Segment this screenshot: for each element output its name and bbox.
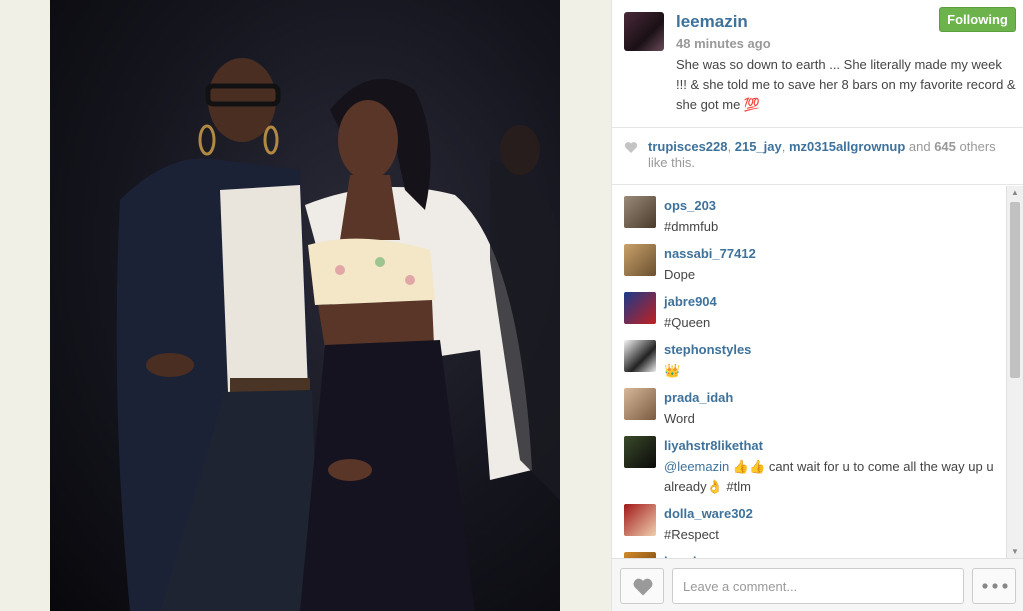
comments-list[interactable]: ops_203 #dmmfub nassabi_77412 Dope jabre… [612,186,1023,558]
comments-scrollbar[interactable]: ▲ ▼ [1006,186,1023,558]
heart-icon [633,578,653,596]
commenter-avatar[interactable] [624,292,656,324]
comment-username[interactable]: dolla_ware302 [664,506,753,521]
likes-separator: , [727,139,735,154]
liker-username[interactable]: trupisces228 [648,139,728,154]
arrow-up-icon[interactable]: ▲ [1011,188,1019,197]
commenter-avatar[interactable] [624,436,656,468]
comment-text: #dmmfub [664,219,719,234]
comment-text: #Queen [664,315,711,330]
likes-and: and [905,139,935,154]
comment-username[interactable]: stephonstyles [664,342,751,357]
scrollbar-thumb[interactable] [1010,202,1020,378]
likes-separator: , [781,139,789,154]
comment-username[interactable]: jabre904 [664,294,717,309]
like-button[interactable] [620,568,664,604]
following-button[interactable]: Following [939,7,1016,32]
post-sidebar: leemazin 48 minutes ago She was so down … [611,0,1023,611]
comment-mention[interactable]: @leemazin [664,459,729,474]
photo-pane [0,0,611,611]
likes-section: trupisces228, 215_jay, mz0315allgrownup … [612,128,1023,185]
comment-username[interactable]: liyahstr8likethat [664,438,763,453]
heart-icon [624,142,638,153]
liker-username[interactable]: mz0315allgrownup [789,139,905,154]
post-caption: She was so down to earth ... She literal… [676,57,1016,112]
comment-username[interactable]: prada_idah [664,390,733,405]
ellipsis-icon [982,583,1008,589]
more-options-button[interactable] [972,568,1016,604]
comment-text: Dope [664,267,696,282]
likes-count[interactable]: 645 [934,139,956,154]
owner-username[interactable]: leemazin [676,12,748,32]
post-timestamp[interactable]: 48 minutes ago [676,36,771,51]
comment-input[interactable] [672,568,964,604]
likes-text: trupisces228, 215_jay, mz0315allgrownup … [648,139,1008,171]
comment-username[interactable]: nassabi_77412 [664,246,756,261]
commenter-avatar[interactable] [624,244,656,276]
comment-text: #Respect [664,527,719,542]
commenter-avatar[interactable] [624,340,656,372]
arrow-down-icon[interactable]: ▼ [1011,547,1019,556]
liker-username[interactable]: 215_jay [735,139,782,154]
post-photo[interactable] [50,0,560,611]
comment-bar [612,558,1023,611]
photo-illustration [116,58,560,611]
commenter-avatar[interactable] [624,388,656,420]
comment-text: @leemazin 👍👍 cant wait for u to come all… [664,457,994,497]
owner-avatar[interactable] [624,12,664,51]
commenter-avatar[interactable] [624,196,656,228]
comment-username[interactable]: ops_203 [664,198,716,213]
post-header: leemazin 48 minutes ago She was so down … [612,0,1023,128]
comment-text: 👑 [664,363,681,378]
commenter-avatar[interactable] [624,504,656,536]
comment-text: Word [664,411,695,426]
